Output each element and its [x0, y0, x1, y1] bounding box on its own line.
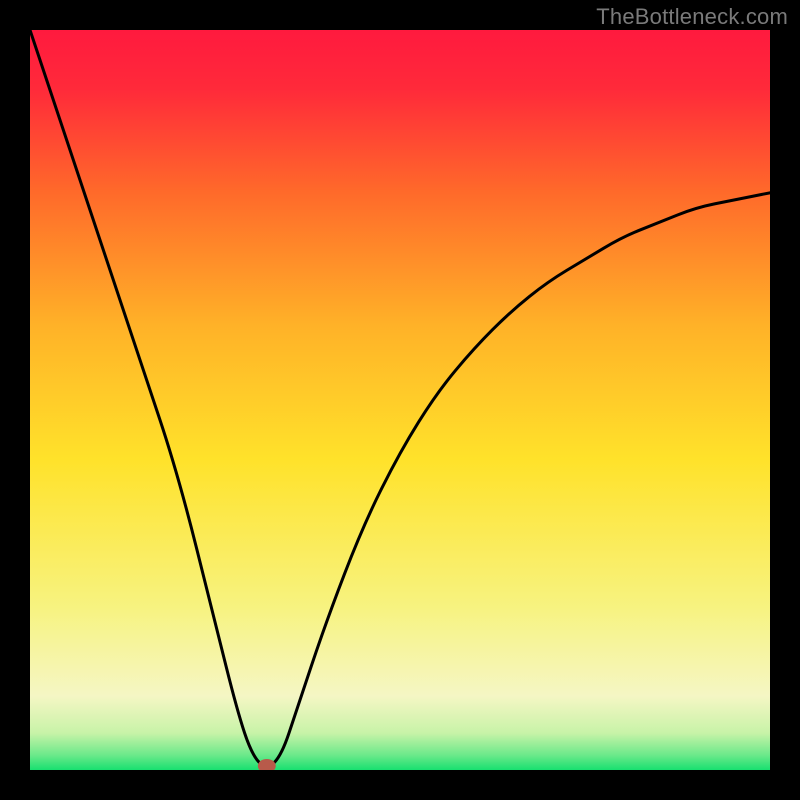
watermark-text: TheBottleneck.com [596, 4, 788, 30]
gradient-background [30, 30, 770, 770]
plot-area [30, 30, 770, 770]
chart-frame: TheBottleneck.com [0, 0, 800, 800]
chart-svg [30, 30, 770, 770]
